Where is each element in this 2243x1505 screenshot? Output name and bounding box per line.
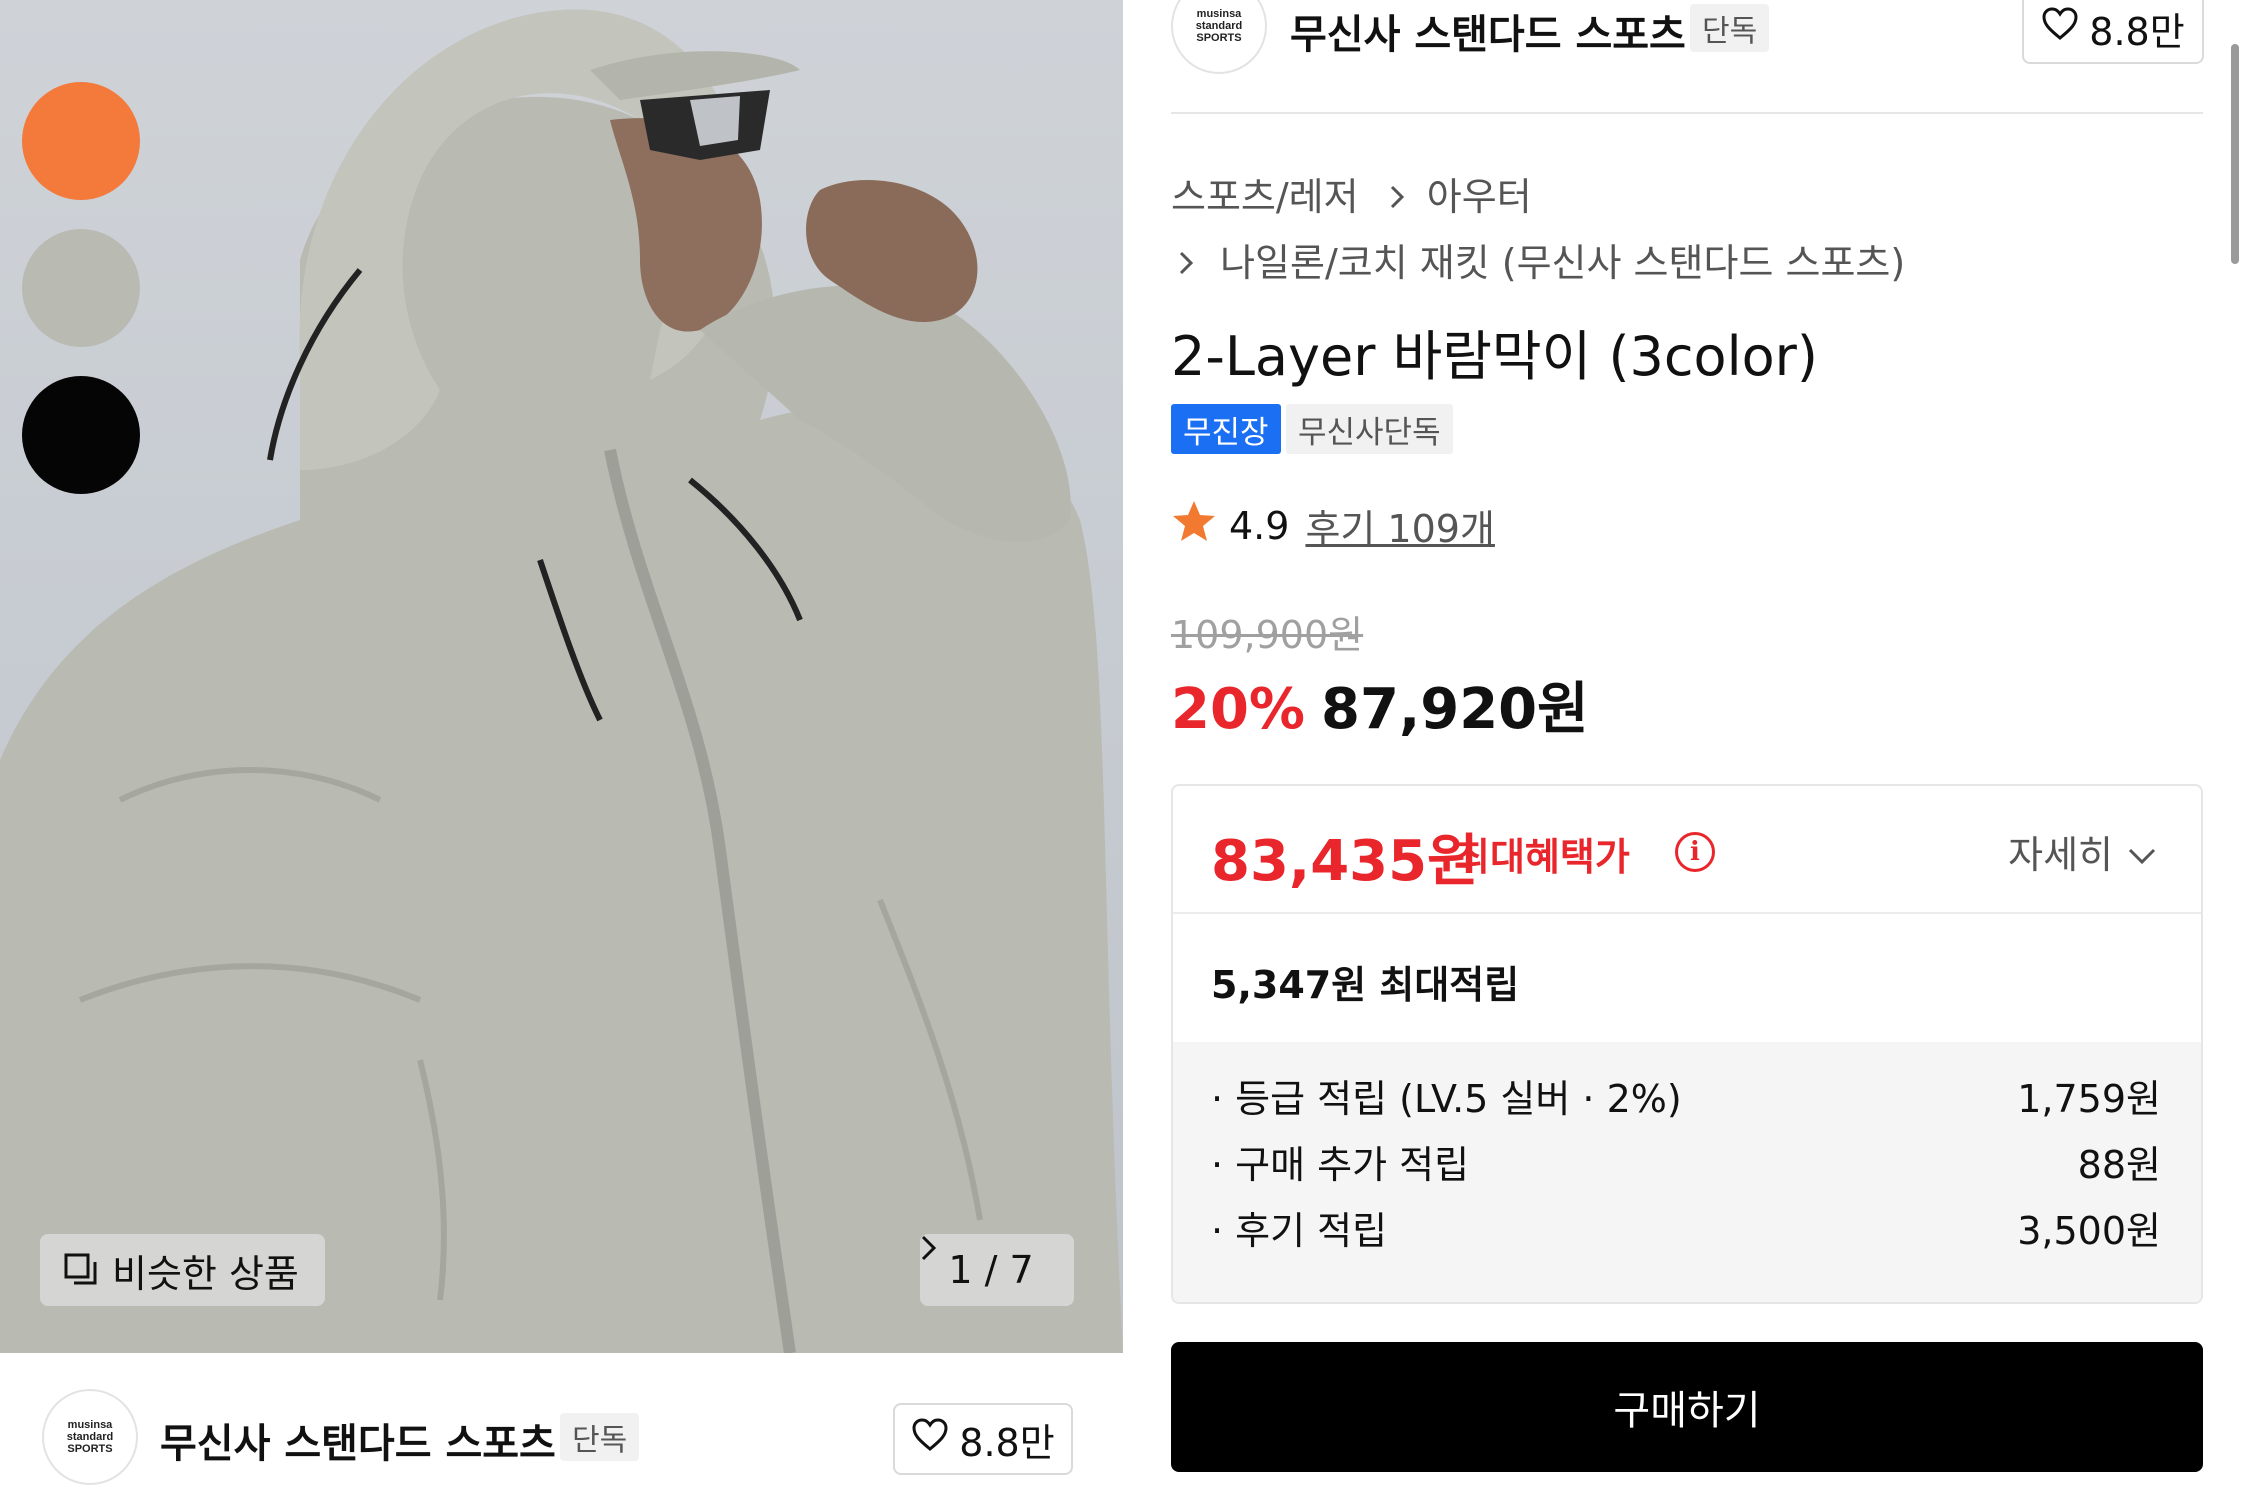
discount-rate: 20% xyxy=(1171,677,1306,742)
sale-price: 87,920원 xyxy=(1321,677,1589,742)
detail-toggle[interactable]: 자세히 xyxy=(2008,824,2157,879)
breadcrumb-level3[interactable]: 나일론/코치 재킷 (무신사 스탠다드 스포츠) xyxy=(1220,241,1905,285)
star-icon xyxy=(1171,499,1217,552)
brand-logo-line: standard xyxy=(1195,20,1243,32)
max-benefit-label: 최대혜택가 xyxy=(1455,835,1630,879)
rating-score: 4.9 xyxy=(1229,503,1290,548)
points-item: · 후기 적립 3,500원 xyxy=(1211,1200,2161,1255)
points-item-label: · 구매 추가 적립 xyxy=(1211,1143,1470,1187)
rating-row[interactable]: 4.9 후기 109개 xyxy=(1171,498,1495,553)
color-swatch-grey[interactable] xyxy=(22,229,140,347)
heart-icon xyxy=(2041,6,2079,50)
brand-logo-line: SPORTS xyxy=(67,1443,113,1455)
badge-mujinjang: 무진장 xyxy=(1171,404,1281,454)
color-swatch-black[interactable] xyxy=(22,376,140,494)
info-icon[interactable]: i xyxy=(1675,832,1715,872)
points-item: · 구매 추가 적립 88원 xyxy=(1211,1134,2161,1189)
color-swatch-orange[interactable] xyxy=(22,82,140,200)
buy-button[interactable]: 구매하기 xyxy=(1171,1342,2203,1472)
brand-like-button[interactable]: 8.8만 xyxy=(893,1403,1073,1475)
copy-icon xyxy=(64,1253,98,1287)
exclusive-tag-top: 단독 xyxy=(1690,4,1770,52)
breadcrumb-row2: 나일론/코치 재킷 (무신사 스탠다드 스포츠) xyxy=(1178,232,1905,287)
review-count-link[interactable]: 후기 109개 xyxy=(1305,498,1495,553)
like-count: 8.8만 xyxy=(2089,9,2185,54)
detail-label: 자세히 xyxy=(2008,833,2113,877)
similar-products-button[interactable]: 비슷한 상품 xyxy=(40,1234,325,1306)
breadcrumb-level1[interactable]: 스포츠/레저 xyxy=(1171,175,1359,219)
header-divider xyxy=(1171,112,2203,114)
brand-logo[interactable]: musinsa standard SPORTS xyxy=(42,1389,138,1485)
brand-logo-line: standard xyxy=(66,1431,114,1443)
max-benefit-price: 83,435원 xyxy=(1211,829,1479,894)
jacket-photo-illustration xyxy=(0,9,1123,1353)
points-breakdown: · 등급 적립 (LV.5 실버 · 2%) 1,759원 · 구매 추가 적립… xyxy=(1173,1042,2201,1302)
benefit-header[interactable]: 83,435원 최대혜택가 i 자세히 xyxy=(1173,786,2201,914)
chevron-right-icon xyxy=(1389,175,1405,219)
brand-logo-top[interactable]: musinsa standard SPORTS xyxy=(1171,0,1267,74)
points-item-label: · 후기 적립 xyxy=(1211,1209,1388,1253)
max-points: 5,347원 최대적립 xyxy=(1211,963,1520,1007)
points-item-label: · 등급 적립 (LV.5 실버 · 2%) xyxy=(1211,1077,1682,1121)
image-pager[interactable]: 1 / 7 xyxy=(920,1234,1074,1306)
exclusive-tag: 단독 xyxy=(560,1413,640,1461)
like-count: 8.8만 xyxy=(959,1420,1055,1465)
chevron-down-icon xyxy=(2127,830,2157,874)
breadcrumb-level2[interactable]: 아우터 xyxy=(1427,175,1532,219)
pager-text: 1 / 7 xyxy=(948,1248,1034,1292)
product-image[interactable]: 비슷한 상품 1 / 7 xyxy=(0,0,1123,1353)
points-item-value: 88원 xyxy=(2077,1143,2161,1187)
breadcrumb: 스포츠/레저 아우터 xyxy=(1171,166,1532,221)
brand-name-top[interactable]: 무신사 스탠다드 스포츠 xyxy=(1290,2,1686,60)
heart-icon xyxy=(911,1417,949,1461)
sale-price-row: 20% 87,920원 xyxy=(1171,664,1589,745)
brand-logo-line: musinsa xyxy=(67,1419,113,1431)
badge-exclusive: 무신사단독 xyxy=(1286,404,1453,454)
similar-products-label: 비슷한 상품 xyxy=(112,1251,299,1296)
points-item-value: 3,500원 xyxy=(2017,1209,2161,1253)
points-item-value: 1,759원 xyxy=(2017,1077,2161,1121)
brand-bar-bottom: musinsa standard SPORTS 무신사 스탠다드 스포츠 단독 … xyxy=(0,1353,1123,1505)
brand-logo-line: musinsa xyxy=(1196,8,1242,20)
product-page: 비슷한 상품 1 / 7 musinsa standard SPORTS 무신사… xyxy=(0,0,2243,1505)
benefit-box: 83,435원 최대혜택가 i 자세히 5,347원 최대적립 · 등급 적립 … xyxy=(1171,784,2203,1304)
brand-name[interactable]: 무신사 스탠다드 스포츠 xyxy=(160,1411,556,1469)
brand-like-button-top[interactable]: 8.8만 xyxy=(2022,0,2204,64)
points-item: · 등급 적립 (LV.5 실버 · 2%) 1,759원 xyxy=(1211,1068,2161,1123)
chevron-right-icon xyxy=(1178,241,1194,285)
product-title: 2-Layer 바람막이 (3color) xyxy=(1171,325,1818,388)
original-price: 109,900원 xyxy=(1171,613,1364,657)
scrollbar[interactable] xyxy=(2231,44,2239,264)
brand-logo-line: SPORTS xyxy=(1196,32,1242,44)
